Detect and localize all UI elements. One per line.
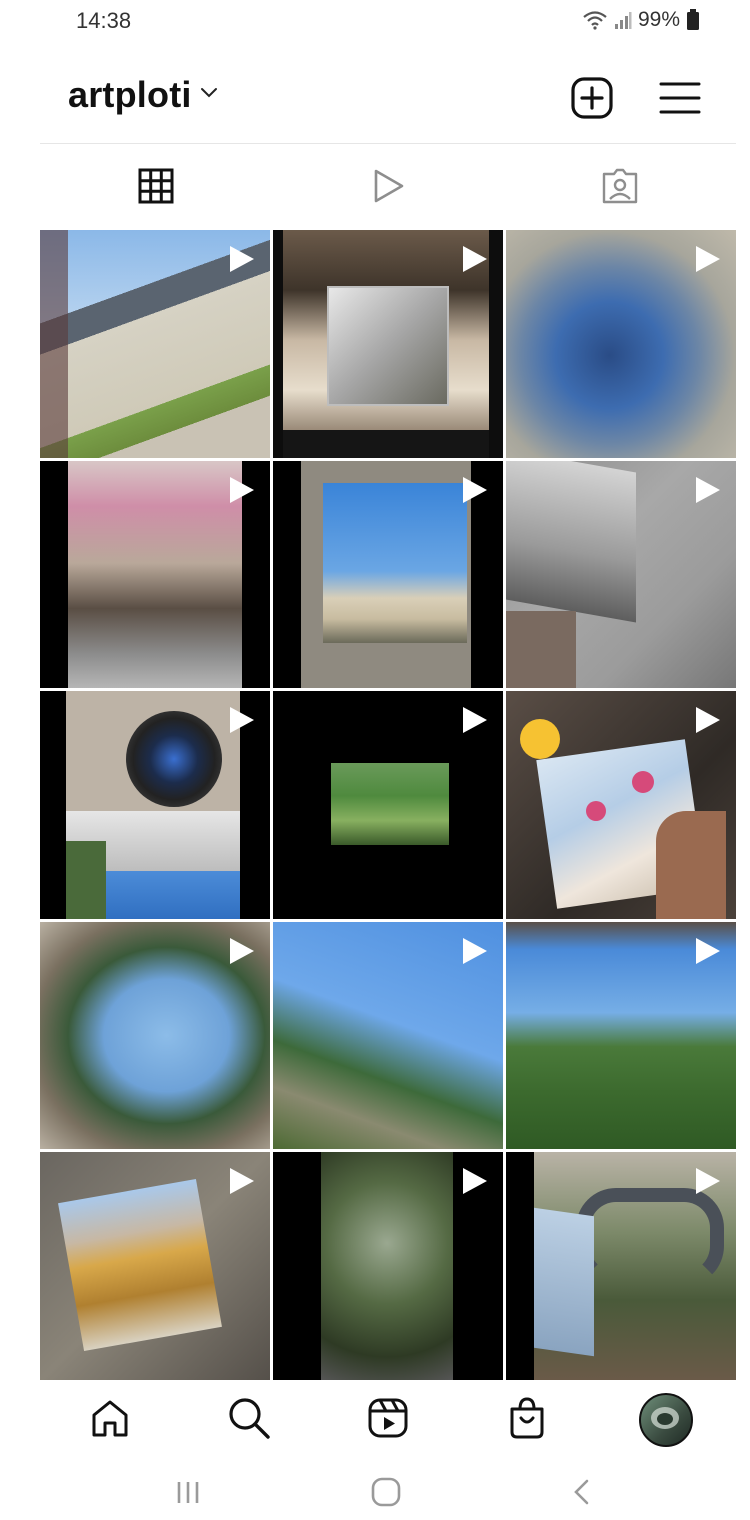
tab-tagged[interactable]	[504, 150, 736, 226]
back-chevron-icon	[569, 1477, 595, 1512]
grid-tile[interactable]	[506, 460, 736, 689]
reel-play-icon	[459, 475, 489, 505]
battery-percent: 99%	[637, 8, 680, 31]
grid-tile[interactable]	[273, 1152, 503, 1380]
nav-shop[interactable]	[497, 1390, 557, 1450]
reels-icon	[366, 1396, 410, 1445]
reel-play-icon	[692, 475, 722, 505]
menu-button[interactable]	[654, 74, 706, 126]
reels-play-icon	[370, 167, 406, 210]
grid-tile[interactable]	[273, 921, 503, 1150]
emoji-sticker	[520, 719, 560, 760]
plus-square-icon	[569, 75, 615, 126]
account-switcher[interactable]: artploti	[68, 74, 218, 116]
grid-tile[interactable]	[40, 230, 270, 458]
system-navigation-bar	[0, 1462, 750, 1520]
signal-icon	[614, 10, 632, 30]
status-time: 14:38	[76, 8, 132, 33]
grid-tile[interactable]	[40, 1152, 270, 1380]
shop-bag-icon	[506, 1396, 548, 1445]
grid-tile[interactable]	[506, 230, 736, 458]
reel-play-icon	[226, 936, 256, 966]
reel-play-icon	[226, 1166, 256, 1196]
profile-avatar	[639, 1393, 694, 1447]
reel-play-icon	[226, 475, 256, 505]
reel-play-icon	[692, 244, 722, 274]
nav-profile[interactable]	[636, 1390, 696, 1450]
reel-play-icon	[459, 936, 489, 966]
system-back-button[interactable]	[562, 1474, 602, 1514]
hamburger-menu-icon	[658, 78, 702, 123]
chevron-down-icon	[200, 86, 218, 104]
tab-reels[interactable]	[272, 150, 504, 226]
reel-play-icon	[459, 244, 489, 274]
search-icon	[227, 1396, 271, 1445]
new-post-button[interactable]	[566, 74, 618, 126]
grid-icon	[138, 168, 174, 209]
grid-tile[interactable]	[40, 691, 270, 919]
tagged-person-icon	[600, 166, 640, 211]
system-recents-button[interactable]	[168, 1474, 208, 1514]
home-icon	[89, 1397, 131, 1444]
nav-reels[interactable]	[358, 1390, 418, 1450]
reel-play-icon	[459, 1166, 489, 1196]
bottom-nav	[40, 1382, 736, 1458]
profile-header: artploti	[0, 60, 750, 140]
grid-tile[interactable]	[40, 460, 270, 689]
profile-tabs	[40, 150, 736, 226]
grid-tile[interactable]	[273, 691, 503, 919]
system-home-button[interactable]	[366, 1474, 406, 1514]
reel-play-icon	[226, 705, 256, 735]
grid-tile[interactable]	[506, 921, 736, 1150]
wifi-icon	[582, 10, 608, 30]
header-divider	[40, 143, 736, 144]
status-bar: 14:38 99%	[0, 0, 750, 46]
recents-icon	[173, 1477, 203, 1512]
grid-tile[interactable]	[273, 230, 503, 458]
reel-play-icon	[692, 1166, 722, 1196]
reel-play-icon	[459, 705, 489, 735]
reel-play-icon	[692, 936, 722, 966]
nav-home[interactable]	[80, 1390, 140, 1450]
grid-tile[interactable]	[506, 1152, 736, 1380]
home-circle-icon	[370, 1476, 402, 1513]
reel-play-icon	[226, 244, 256, 274]
status-icons: 99%	[582, 8, 700, 32]
tab-grid[interactable]	[40, 150, 272, 226]
reel-play-icon	[692, 705, 722, 735]
posts-grid	[40, 230, 736, 1380]
grid-tile[interactable]	[506, 691, 736, 919]
nav-search[interactable]	[219, 1390, 279, 1450]
battery-icon	[686, 9, 700, 31]
grid-tile[interactable]	[40, 921, 270, 1150]
username: artploti	[68, 74, 192, 115]
grid-tile[interactable]	[273, 460, 503, 689]
